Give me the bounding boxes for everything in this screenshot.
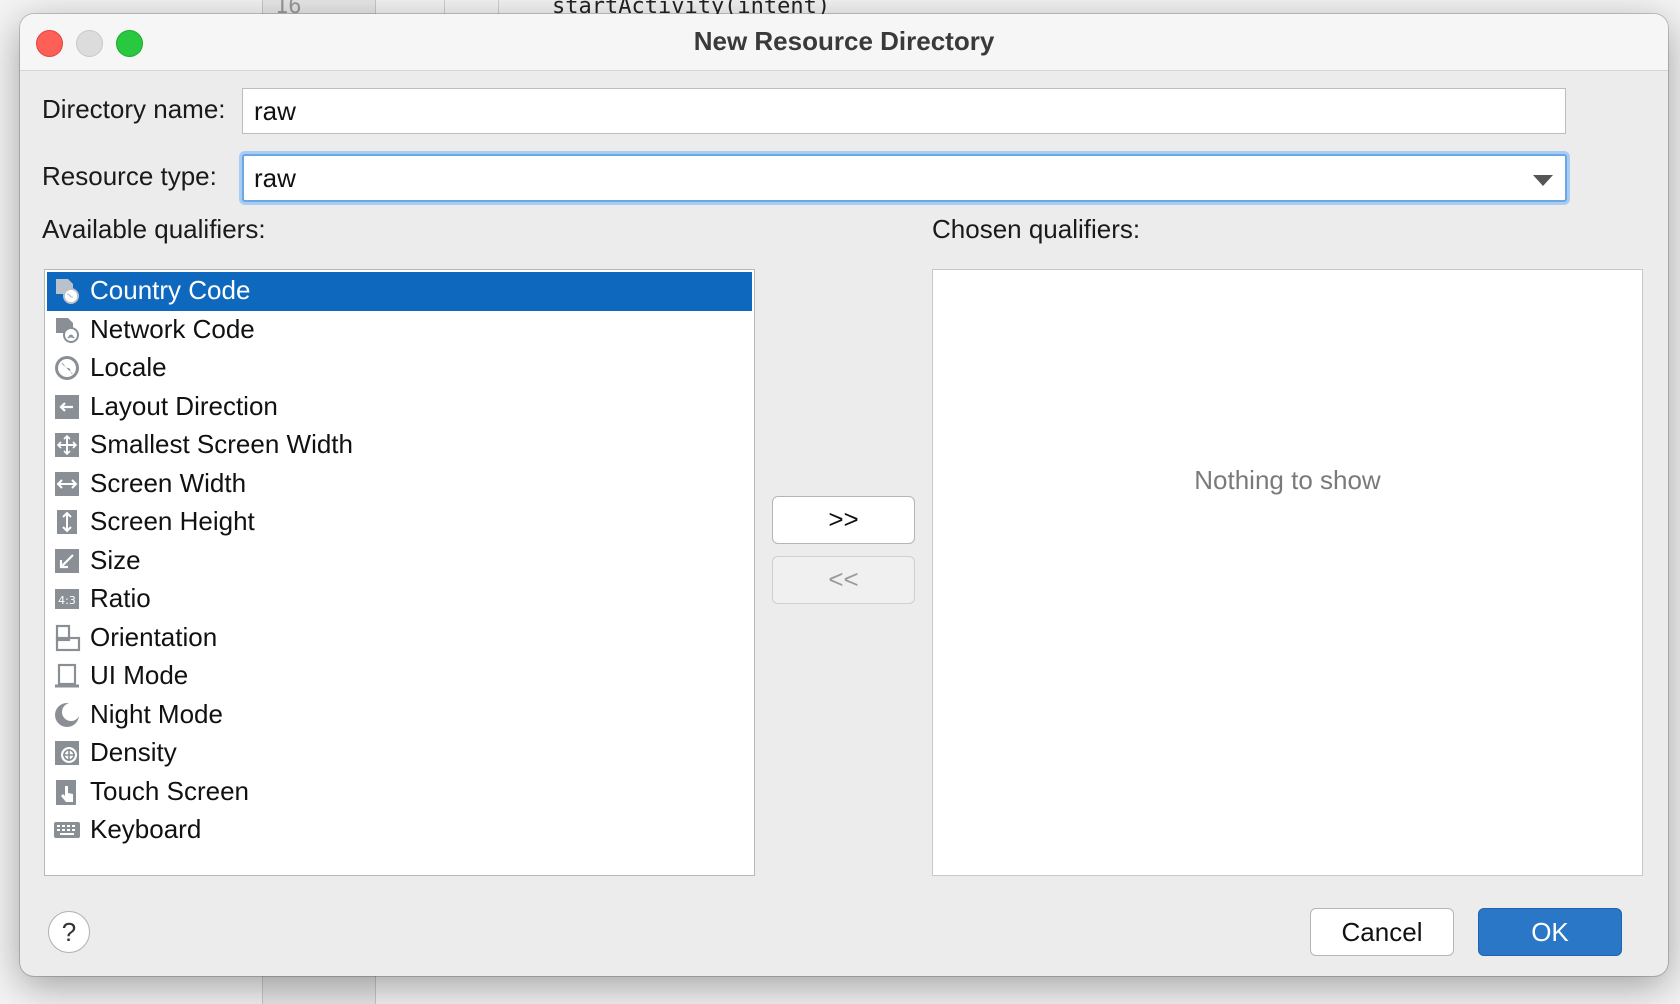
qualifier-item[interactable]: 4:3 Ratio — [47, 580, 752, 619]
qualifier-item[interactable]: Touch Screen — [47, 773, 752, 812]
density-icon — [53, 739, 81, 767]
qualifier-label: Layout Direction — [90, 390, 278, 421]
qualifier-label: Locale — [90, 352, 167, 382]
directory-name-label: Directory name: — [42, 94, 226, 124]
orientation-icon — [53, 624, 81, 652]
chosen-qualifiers-list[interactable]: Nothing to show — [932, 269, 1643, 876]
qualifier-label: Density — [90, 737, 177, 767]
qualifier-item[interactable]: Density — [47, 734, 752, 773]
screen-height-icon — [53, 508, 81, 536]
chevron-down-icon — [1533, 175, 1553, 186]
qualifier-label: Ratio — [90, 583, 151, 613]
qualifier-item[interactable]: Smallest Screen Width — [47, 426, 752, 465]
qualifier-item[interactable]: Size — [47, 542, 752, 581]
qualifier-item[interactable]: Orientation — [47, 619, 752, 658]
qualifier-item[interactable]: Night Mode — [47, 696, 752, 735]
ratio-icon: 4:3 — [53, 585, 81, 613]
qualifier-label: Smallest Screen Width — [90, 429, 353, 459]
touch-screen-icon — [53, 778, 81, 806]
ok-button[interactable]: OK — [1478, 908, 1622, 956]
qualifier-item[interactable]: Network Code — [47, 311, 752, 350]
svg-text:4:3: 4:3 — [58, 594, 76, 607]
qualifier-item[interactable]: Country Code — [47, 272, 752, 311]
help-button[interactable]: ? — [48, 911, 90, 953]
dialog-title: New Resource Directory — [693, 26, 995, 56]
empty-state-text: Nothing to show — [1194, 465, 1381, 495]
remove-qualifier-button[interactable]: << — [772, 556, 915, 604]
night-mode-icon — [53, 701, 81, 729]
network-code-icon — [53, 316, 81, 344]
qualifier-label: Screen Width — [90, 467, 247, 498]
cancel-button[interactable]: Cancel — [1310, 908, 1454, 956]
qualifier-label: Size — [90, 544, 141, 575]
qualifier-label: UI Mode — [90, 660, 189, 690]
qualifier-item[interactable]: Keyboard — [47, 811, 752, 850]
qualifier-label: Orientation — [90, 621, 218, 652]
country-code-icon — [53, 277, 81, 305]
chosen-qualifiers-label: Chosen qualifiers: — [932, 214, 1141, 244]
new-resource-directory-dialog: New Resource Directory Directory name: r… — [20, 14, 1668, 976]
title-bar[interactable]: New Resource Directory — [20, 14, 1668, 71]
qualifier-label: Touch Screen — [90, 775, 249, 806]
qualifier-label: Night Mode — [90, 698, 223, 729]
resource-type-select[interactable]: raw — [242, 154, 1567, 202]
keyboard-icon — [53, 816, 81, 844]
qualifier-item[interactable]: UI Mode — [47, 657, 752, 696]
ui-mode-icon — [53, 662, 81, 690]
qualifier-item[interactable]: Locale — [47, 349, 752, 388]
available-qualifiers-label: Available qualifiers: — [42, 214, 266, 244]
qualifier-item[interactable]: Screen Height — [47, 503, 752, 542]
size-icon — [53, 547, 81, 575]
qualifier-label: Network Code — [90, 313, 255, 344]
qualifier-item[interactable]: Layout Direction — [47, 388, 752, 427]
available-qualifiers-list[interactable]: Country Code Network Code Locale Layout Dir… — [44, 269, 755, 876]
resource-type-value: raw — [254, 163, 296, 193]
globe-icon — [53, 354, 81, 382]
add-qualifier-button[interactable]: >> — [772, 496, 915, 544]
qualifier-label: Screen Height — [90, 506, 255, 536]
smallest-width-icon — [53, 431, 81, 459]
qualifier-item[interactable]: Screen Width — [47, 465, 752, 504]
layout-direction-icon — [53, 393, 81, 421]
directory-name-input[interactable]: raw — [242, 88, 1566, 134]
qualifier-label: Keyboard — [90, 814, 202, 844]
qualifier-label: Country Code — [90, 275, 251, 305]
screen-width-icon — [53, 470, 81, 498]
resource-type-label: Resource type: — [42, 161, 217, 191]
